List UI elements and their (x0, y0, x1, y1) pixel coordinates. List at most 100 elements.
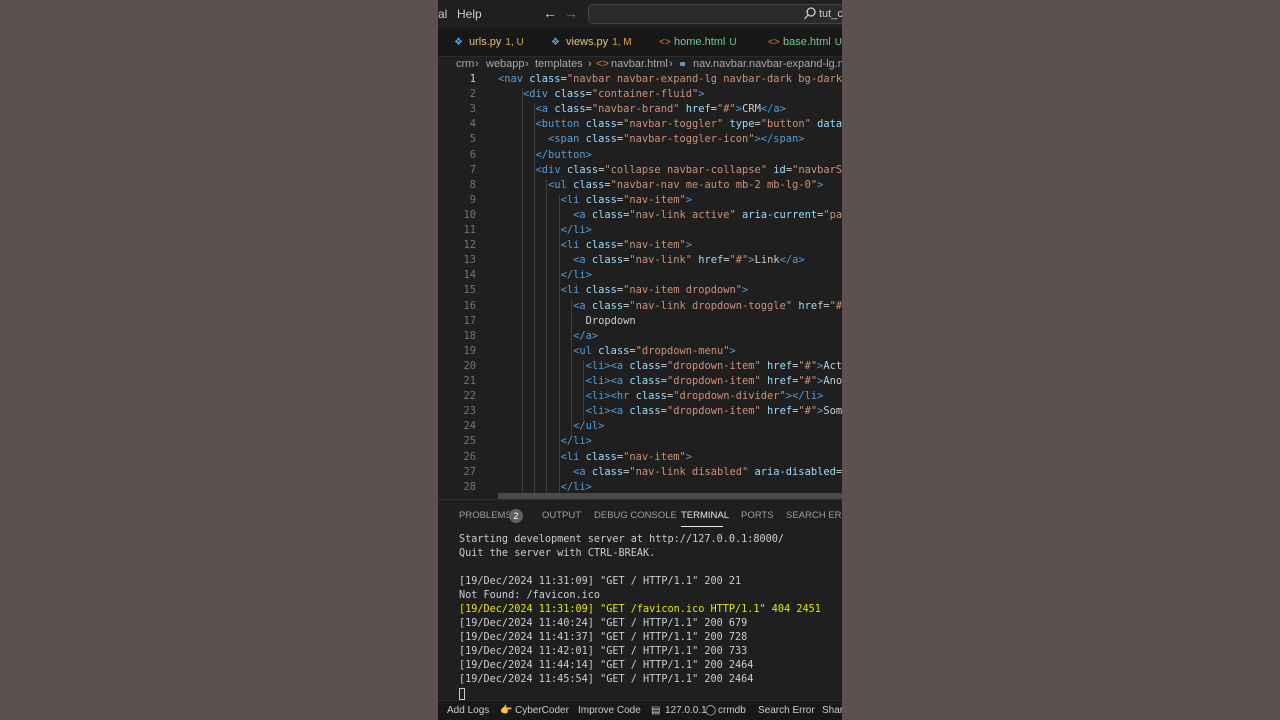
chevron-right-icon: › (588, 58, 592, 70)
code-text: <li class="nav-item"> (560, 194, 692, 206)
code-text: <li class="nav-item"> (560, 451, 692, 463)
code-line[interactable]: 3 <a class="navbar-brand" href="#">CRM</… (438, 102, 842, 117)
code-line[interactable]: 8 <ul class="navbar-nav me-auto mb-2 mb-… (438, 178, 842, 193)
tab-badge: U (834, 36, 842, 48)
line-number: 12 (463, 239, 476, 251)
line-number: 3 (469, 103, 476, 115)
tab-search-error[interactable]: SEARCH ERRO (786, 510, 842, 521)
code-text: </button> (535, 149, 592, 161)
menu-help[interactable]: Help (457, 7, 482, 21)
code-line[interactable]: 19 <ul class="dropdown-menu"> (438, 344, 842, 359)
code-text: <div class="collapse navbar-collapse" id… (535, 164, 842, 176)
improve-code-button[interactable]: Improve Code (578, 705, 641, 716)
code-line[interactable]: 5 <span class="navbar-toggler-icon"></sp… (438, 132, 842, 147)
line-number: 22 (463, 390, 476, 402)
line-number: 21 (463, 375, 476, 387)
line-number: 13 (463, 254, 476, 266)
breadcrumb-item[interactable]: crm (456, 58, 474, 70)
line-number: 11 (463, 224, 476, 236)
code-line[interactable]: 27 <a class="nav-link disabled" aria-dis… (438, 465, 842, 480)
code-line[interactable]: 13 <a class="nav-link" href="#">Link</a> (438, 253, 842, 268)
terminal-line: [19/Dec/2024 11:45:54] "GET / HTTP/1.1" … (459, 674, 754, 685)
code-line[interactable]: 9 <li class="nav-item"> (438, 193, 842, 208)
code-line[interactable]: 21 <li><a class="dropdown-item" href="#"… (438, 374, 842, 389)
code-line[interactable]: 16 <a class="nav-link dropdown-toggle" h… (438, 299, 842, 314)
status-bar: Add Logs 👉 CyberCoder Improve Code ▤ 127… (438, 700, 842, 720)
tab-label: urls.py (469, 36, 502, 48)
line-number: 20 (463, 360, 476, 372)
breadcrumb-item[interactable]: templates (535, 58, 583, 70)
tab-ports[interactable]: PORTS (741, 510, 774, 521)
forward-arrow-icon[interactable]: → (564, 5, 578, 21)
code-line[interactable]: 4 <button class="navbar-toggler" type="b… (438, 117, 842, 132)
code-line[interactable]: 14 </li> (438, 268, 842, 283)
tab-badge: 1, U (505, 36, 524, 48)
database-name[interactable]: crmdb (718, 705, 746, 716)
tab-label: views.py (566, 36, 609, 48)
search-error-button[interactable]: Search Error (758, 705, 815, 716)
server-icon: ▤ (651, 705, 661, 716)
code-line[interactable]: 15 <li class="nav-item dropdown"> (438, 283, 842, 298)
share-button[interactable]: Share (822, 705, 842, 716)
code-line[interactable]: 11 </li> (438, 223, 842, 238)
chevron-right-icon: › (669, 58, 673, 70)
code-line[interactable]: 17 Dropdown (438, 314, 842, 329)
code-line[interactable]: 18 </a> (438, 329, 842, 344)
code-line[interactable]: 25 </li> (438, 434, 842, 449)
tab-problems[interactable]: PROBLEMS (459, 510, 512, 521)
code-text: Dropdown (585, 315, 636, 327)
code-line[interactable]: 22 <li><hr class="dropdown-divider"></li… (438, 389, 842, 404)
search-icon (804, 7, 816, 20)
code-line[interactable]: 7 <div class="collapse navbar-collapse" … (438, 163, 842, 178)
code-line[interactable]: 2 <div class="container-fluid"> (438, 87, 842, 102)
server-address[interactable]: 127.0.0.1 (665, 705, 707, 716)
code-line[interactable]: 10 <a class="nav-link active" aria-curre… (438, 208, 842, 223)
tab-output[interactable]: OUTPUT (542, 510, 581, 521)
tab-home-html[interactable]: <> home.html U (659, 28, 737, 56)
breadcrumb-item[interactable]: webapp (486, 58, 525, 70)
tab-base-html[interactable]: <> base.html U (768, 28, 842, 56)
line-number: 16 (463, 300, 476, 312)
code-line[interactable]: 6 </button> (438, 148, 842, 163)
code-text: <nav class="navbar navbar-expand-lg navb… (498, 73, 842, 85)
code-text: <li class="nav-item"> (560, 239, 692, 251)
add-logs-button[interactable]: Add Logs (447, 705, 489, 716)
line-number: 25 (463, 435, 476, 447)
code-line[interactable]: 26 <li class="nav-item"> (438, 450, 842, 465)
code-text: <button class="navbar-toggler" type="but… (535, 118, 842, 130)
code-line[interactable]: 23 <li><a class="dropdown-item" href="#"… (438, 404, 842, 419)
python-file-icon: ❖ (454, 36, 463, 48)
line-number: 23 (463, 405, 476, 417)
tab-badge: 1, M (612, 36, 632, 48)
line-number: 15 (463, 284, 476, 296)
code-line[interactable]: 1 <nav class="navbar navbar-expand-lg nav… (438, 72, 842, 87)
tab-debug-console[interactable]: DEBUG CONSOLE (594, 510, 677, 521)
code-text: <div class="container-fluid"> (523, 88, 705, 100)
code-editor[interactable]: 1 <nav class="navbar navbar-expand-lg nav… (438, 72, 842, 498)
editor-tabs: ❖ urls.py 1, U ❖ views.py 1, M <> home.h… (438, 28, 842, 57)
chevron-right-icon: › (525, 58, 529, 70)
breadcrumb-item[interactable]: navbar.html (611, 58, 668, 70)
database-icon: ◯ (705, 705, 717, 716)
breadcrumb-item[interactable]: nav.navbar.navbar-expand-lg.navb (693, 58, 842, 70)
code-line[interactable]: 20 <li><a class="dropdown-item" href="#"… (438, 359, 842, 374)
code-text: <ul class="navbar-nav me-auto mb-2 mb-lg… (548, 179, 824, 191)
line-number: 17 (463, 315, 476, 327)
code-line[interactable]: 24 </ul> (438, 419, 842, 434)
line-number: 26 (463, 451, 476, 463)
search-text: tut_cr (819, 8, 842, 20)
code-text: </li> (560, 435, 592, 447)
code-text: <span class="navbar-toggler-icon"></span… (548, 133, 805, 145)
tab-views-py[interactable]: ❖ views.py 1, M (551, 28, 632, 56)
tab-terminal[interactable]: TERMINAL (681, 510, 729, 521)
line-number: 6 (469, 149, 476, 161)
tab-urls-py[interactable]: ❖ urls.py 1, U (454, 28, 524, 56)
cybercoder-button[interactable]: CyberCoder (515, 705, 569, 716)
line-number: 8 (469, 179, 476, 191)
menu-terminal[interactable]: al (438, 7, 447, 21)
terminal-line: Not Found: /favicon.ico (459, 590, 601, 601)
back-arrow-icon[interactable]: ← (543, 5, 557, 21)
code-text: <a class="navbar-brand" href="#">CRM</a> (535, 103, 786, 115)
command-center-search[interactable]: tut_cr (588, 4, 842, 24)
code-line[interactable]: 12 <li class="nav-item"> (438, 238, 842, 253)
